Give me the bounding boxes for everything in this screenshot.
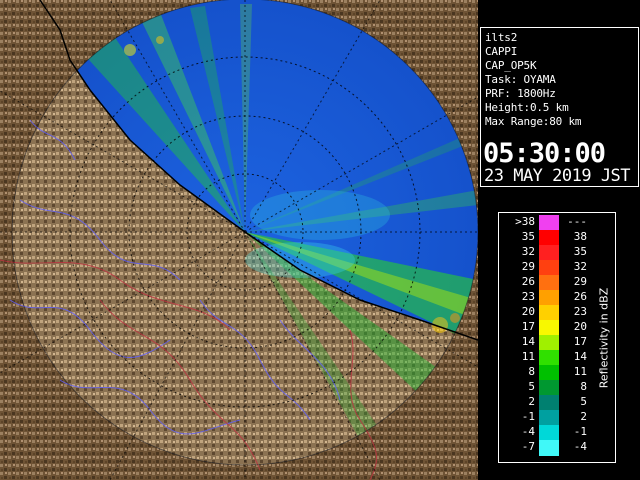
legend-low-value: -4 — [521, 425, 535, 438]
legend-low-value: 2 — [528, 395, 535, 408]
legend-low-value: 23 — [521, 290, 535, 303]
legend-color-swatch — [539, 395, 559, 411]
info-task: Task: OYAMA — [485, 73, 556, 86]
info-product: CAPPI — [485, 45, 518, 58]
legend-low-value: -7 — [521, 440, 535, 453]
legend-low-value: 5 — [528, 380, 535, 393]
info-height: Height:0.5 km — [485, 101, 569, 114]
legend-high-value: 2 — [580, 410, 587, 423]
legend-high-value: 29 — [573, 275, 587, 288]
legend-color-swatch — [539, 305, 559, 321]
legend-high-value: 5 — [580, 395, 587, 408]
legend-high-value: 35 — [573, 245, 587, 258]
legend-high-value: 26 — [573, 290, 587, 303]
legend-high-value: 20 — [573, 320, 587, 333]
legend-title: Reflectivity in dBZ — [597, 287, 611, 389]
legend-high-value: 11 — [573, 365, 587, 378]
legend-low-value: 11 — [521, 350, 535, 363]
info-max-range: Max Range:80 km — [485, 115, 582, 128]
legend-low-value: 20 — [521, 305, 535, 318]
legend-color-swatch — [539, 440, 559, 456]
radar-map — [0, 0, 478, 480]
observation-date: 23 MAY 2019 JST — [484, 166, 631, 186]
legend-low-value: 32 — [521, 245, 535, 258]
legend-low-value: 35 — [521, 230, 535, 243]
legend-low-value: 17 — [521, 320, 535, 333]
radar-info-panel: ilts2 CAPPI CAP_OP5K Task: OYAMA PRF: 18… — [480, 27, 639, 187]
legend-high-value: 32 — [573, 260, 587, 273]
info-product-code: CAP_OP5K — [485, 59, 537, 72]
legend-color-swatch — [539, 365, 559, 381]
legend-high-value: -1 — [573, 425, 587, 438]
legend-high-value: 14 — [573, 350, 587, 363]
reflectivity-legend: >38 --- 35 38 32 35 29 32 26 29 23 26 20 23 17 20 14 17 11… — [498, 212, 616, 463]
legend-high-value: 23 — [573, 305, 587, 318]
legend-color-swatch — [539, 215, 559, 231]
legend-color-swatch — [539, 320, 559, 336]
legend-low-value: 14 — [521, 335, 535, 348]
legend-high-value: 8 — [580, 380, 587, 393]
legend-color-swatch — [539, 260, 559, 276]
info-radar-id: ilts2 — [485, 31, 518, 44]
legend-color-swatch — [539, 230, 559, 246]
legend-low-value: -1 — [521, 410, 535, 423]
legend-high-value: --- — [567, 215, 587, 228]
radar-image — [0, 0, 478, 480]
legend-low-value: 26 — [521, 275, 535, 288]
legend-low-value: 8 — [528, 365, 535, 378]
legend-color-swatch — [539, 290, 559, 306]
legend-color-swatch — [539, 335, 559, 351]
legend-color-swatch — [539, 275, 559, 291]
legend-color-swatch — [539, 350, 559, 366]
legend-low-value: >38 — [515, 215, 535, 228]
legend-color-swatch — [539, 380, 559, 396]
info-prf: PRF: 1800Hz — [485, 87, 556, 100]
legend-color-swatch — [539, 425, 559, 441]
legend-high-value: 17 — [573, 335, 587, 348]
legend-color-swatch — [539, 245, 559, 261]
legend-low-value: 29 — [521, 260, 535, 273]
observation-time: 05:30:00 — [483, 138, 606, 169]
legend-high-value: -4 — [573, 440, 587, 453]
legend-color-swatch — [539, 410, 559, 426]
legend-high-value: 38 — [573, 230, 587, 243]
